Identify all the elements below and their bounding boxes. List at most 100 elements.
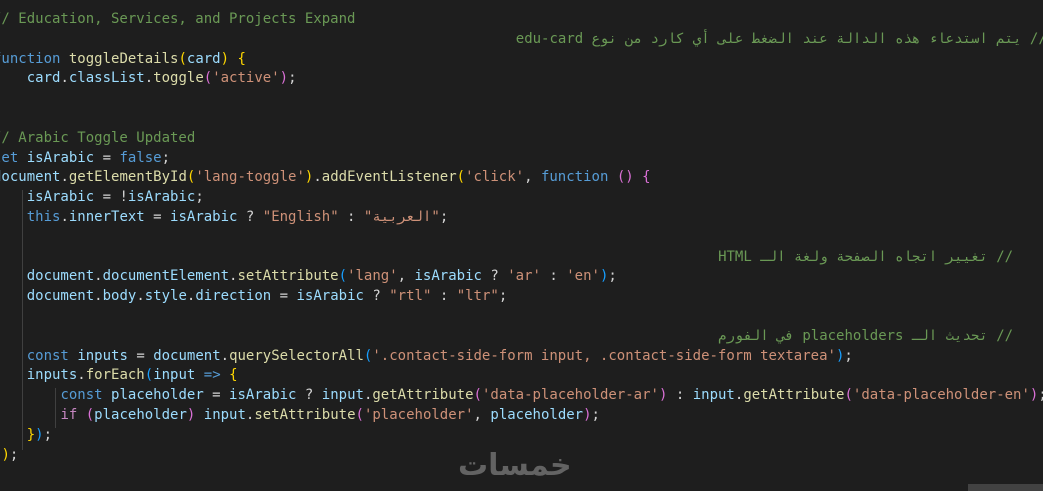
code-token-bracket3: (: [338, 268, 348, 285]
code-line[interactable]: [0, 228, 1043, 248]
code-token-default: ;: [1038, 387, 1043, 403]
code-token-default: [0, 268, 27, 284]
code-token-default: [77, 407, 85, 423]
code-line[interactable]: document.documentElement.setAttribute('l…: [0, 267, 1043, 287]
code-token-variable: isArabic: [229, 387, 297, 404]
code-token-variable: direction: [195, 288, 272, 305]
code-line[interactable]: document.body.style.direction = isArabic…: [0, 287, 1043, 307]
code-token-default: :: [540, 268, 567, 285]
code-token-default: .: [144, 70, 154, 87]
code-token-bracket2: ): [279, 70, 289, 87]
code-token-bracket2: (: [203, 70, 213, 87]
code-token-bracket1: {: [229, 367, 238, 384]
code-token-default: ;: [288, 70, 297, 87]
code-token-bracket2: (: [473, 387, 482, 404]
code-token-default: .: [220, 347, 230, 364]
code-line[interactable]: [0, 109, 1043, 129]
code-token-default: ?: [237, 208, 263, 225]
code-line[interactable]: document.getElementById('lang-toggle').a…: [0, 168, 1043, 188]
code-line[interactable]: let isArabic = false;: [0, 149, 1043, 169]
code-token-default: [60, 51, 68, 67]
code-line[interactable]: inputs.forEach(input => {: [0, 366, 1043, 386]
code-token-default: =: [144, 208, 171, 225]
code-line[interactable]: // Arabic Toggle Updated: [0, 129, 1043, 149]
code-token-default: [0, 348, 27, 364]
code-line[interactable]: // تغيير اتجاه الصفحة ولغة الـ HTML: [0, 248, 1043, 268]
code-token-default: =: [203, 387, 230, 404]
code-token-bracket1: ): [220, 50, 230, 67]
code-line[interactable]: [0, 307, 1043, 327]
code-line[interactable]: }: [0, 89, 1043, 109]
code-token-function: toggleDetails: [68, 50, 179, 67]
code-token-string: 'active': [212, 70, 280, 87]
code-line[interactable]: // تحديث الـ placeholders في الفورم: [0, 327, 1043, 347]
code-line[interactable]: // يتم استدعاء هذه الدالة عند الضغط على …: [0, 30, 1043, 50]
code-token-keyword: const: [60, 387, 103, 404]
code-token-default: [0, 407, 60, 423]
code-token-bracket2: (: [844, 387, 853, 404]
code-token-variable: classList: [68, 70, 145, 87]
code-token-default: ;: [498, 288, 508, 305]
horizontal-scrollbar-thumb[interactable]: [968, 484, 1043, 491]
code-token-variable: isArabic: [414, 268, 482, 285]
code-token-bracket1: {: [237, 50, 246, 67]
code-token-variable: body: [102, 288, 137, 305]
code-line[interactable]: function toggleDetails(card) {: [0, 50, 1043, 70]
code-token-function: getAttribute: [372, 387, 474, 404]
code-token-bracket1: }: [26, 426, 36, 443]
code-line[interactable]: });: [0, 426, 1043, 446]
code-token-default: .: [94, 268, 103, 285]
code-token-bracket2: ): [583, 406, 592, 423]
code-token-keyword: let: [0, 149, 19, 166]
code-token-variable: documentElement: [102, 268, 230, 285]
code-token-bracket3: ): [35, 426, 44, 443]
code-token-default: [195, 407, 203, 423]
code-text[interactable]: // Education, Services, and Projects Exp…: [0, 10, 1043, 465]
code-token-variable: placeholder: [490, 406, 584, 423]
code-token-variable: inputs: [77, 347, 128, 364]
code-token-function: getElementById: [68, 169, 187, 186]
code-token-comment: // تحديث الـ placeholders في الفورم: [718, 327, 1014, 344]
code-token-default: .: [313, 169, 322, 186]
code-token-default: [0, 367, 27, 383]
code-token-default: ;: [43, 426, 53, 443]
code-token-default: ;: [844, 347, 853, 364]
code-token-default: [221, 367, 229, 383]
code-token-string: "English": [262, 208, 339, 225]
code-token-variable: input: [321, 387, 364, 404]
code-token-function: toggle: [153, 70, 204, 87]
code-token-default: .: [60, 169, 69, 186]
code-token-variable: placeholder: [111, 387, 204, 404]
code-token-variable: input: [153, 367, 196, 384]
code-token-comment: // Education, Services, and Projects Exp…: [0, 11, 356, 27]
code-token-default: [0, 288, 27, 304]
code-token-string: 'placeholder': [363, 406, 474, 423]
code-token-comment: // يتم استدعاء هذه الدالة عند الضغط على …: [515, 30, 1043, 47]
code-line[interactable]: isArabic = !isArabic;: [0, 188, 1043, 208]
code-token-string: "العربية": [363, 208, 440, 225]
code-line[interactable]: // Education, Services, and Projects Exp…: [0, 10, 1043, 30]
code-token-variable: innerText: [68, 208, 145, 225]
code-line[interactable]: if (placeholder) input.setAttribute('pla…: [0, 406, 1043, 426]
code-line[interactable]: const inputs = document.querySelectorAll…: [0, 347, 1043, 367]
code-line[interactable]: this.innerText = isArabic ? "English" : …: [0, 208, 1043, 228]
code-token-default: [103, 387, 111, 403]
code-token-variable: isArabic: [26, 149, 95, 166]
code-token-variable: card: [26, 70, 61, 87]
code-token-default: :: [667, 387, 693, 404]
code-token-string: 'ar': [507, 268, 541, 285]
code-token-default: [18, 150, 26, 166]
code-token-bracket2: (: [85, 406, 95, 423]
code-line[interactable]: card.classList.toggle('active');: [0, 69, 1043, 89]
code-token-default: ?: [363, 288, 390, 305]
code-token-default: [0, 189, 27, 205]
code-token-default: ?: [481, 268, 508, 285]
code-line[interactable]: const placeholder = isArabic ? input.get…: [0, 386, 1043, 406]
code-token-string: 'data-placeholder-en': [852, 387, 1030, 404]
code-token-bracket1: }: [0, 90, 1, 106]
code-token-keyword: =>: [203, 367, 221, 384]
code-token-default: ;: [9, 446, 19, 463]
code-token-default: = !: [94, 189, 128, 206]
code-editor[interactable]: // Education, Services, and Projects Exp…: [0, 0, 1043, 491]
code-token-bracket2: (: [355, 406, 364, 423]
